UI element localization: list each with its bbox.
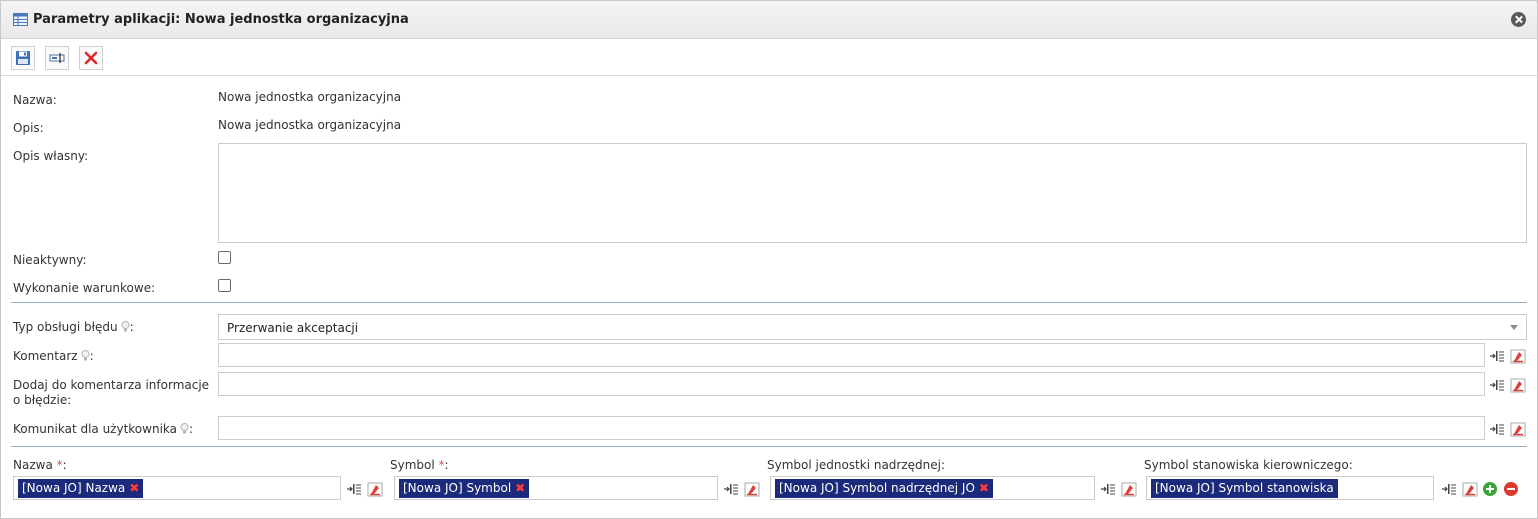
insert-variable-icon[interactable]: [1489, 348, 1505, 364]
error-handling-type-value: Przerwanie akceptacji: [227, 321, 359, 335]
map-name-label: Nazwa *:: [13, 458, 67, 472]
insert-variable-icon[interactable]: [1100, 481, 1116, 497]
tag-remove-icon[interactable]: ✖: [129, 481, 139, 495]
clear-field-icon[interactable]: [1510, 421, 1526, 437]
delete-icon: [84, 51, 98, 65]
clear-field-icon[interactable]: [1462, 481, 1478, 497]
map-manager-position-label: Symbol stanowiska kierowniczego:: [1144, 458, 1353, 472]
append-error-info-input[interactable]: [218, 372, 1485, 396]
section-divider: [11, 446, 1527, 447]
add-row-icon[interactable]: [1483, 482, 1497, 496]
save-button[interactable]: [11, 46, 35, 70]
name-value: Nowa jednostka organizacyjna: [218, 90, 402, 104]
map-symbol-actions: [723, 481, 761, 497]
hint-bulb-icon: [81, 350, 90, 361]
rename-field-icon: [49, 53, 65, 63]
insert-variable-icon[interactable]: [723, 481, 739, 497]
comment-actions: [1489, 348, 1527, 364]
conditional-execution-label: Wykonanie warunkowe:: [13, 281, 156, 295]
variable-tag[interactable]: [Nowa JO] Symbol ✖: [399, 479, 530, 498]
own-description-label: Opis własny:: [13, 149, 89, 163]
variable-tag[interactable]: [Nowa JO] Symbol nadrzędnej JO ✖: [775, 479, 993, 498]
chevron-down-icon: [1510, 325, 1518, 330]
insert-variable-icon[interactable]: [1489, 377, 1505, 393]
window-title: Parametry aplikacji: Nowa jednostka orga…: [33, 12, 409, 27]
description-value: Nowa jednostka organizacyjna: [218, 118, 402, 132]
description-label: Opis:: [13, 121, 44, 135]
map-manager-position-actions: [1441, 481, 1479, 497]
user-message-label: Komunikat dla użytkownika:: [13, 422, 194, 436]
app-parameters-window: Parametry aplikacji: Nowa jednostka orga…: [0, 0, 1538, 519]
table-icon: [13, 13, 28, 26]
error-handling-type-label: Typ obsługi błędu:: [13, 320, 134, 334]
append-error-info-label: Dodaj do komentarza informacje o błędzie…: [13, 378, 210, 407]
section-divider: [11, 302, 1527, 303]
insert-variable-icon[interactable]: [1441, 481, 1457, 497]
tag-remove-icon[interactable]: ✖: [515, 481, 525, 495]
hint-bulb-icon: [180, 423, 189, 434]
close-icon[interactable]: [1511, 12, 1526, 27]
save-icon: [16, 51, 30, 65]
conditional-execution-checkbox[interactable]: [218, 279, 231, 292]
rename-field-button[interactable]: [45, 46, 69, 70]
clear-field-icon[interactable]: [367, 481, 383, 497]
map-parent-symbol-actions: [1100, 481, 1138, 497]
map-parent-symbol-label: Symbol jednostki nadrzędnej:: [767, 458, 946, 472]
clear-field-icon[interactable]: [1510, 348, 1526, 364]
tag-remove-icon[interactable]: ✖: [979, 481, 989, 495]
name-label: Nazwa:: [13, 93, 57, 107]
variable-tag[interactable]: [Nowa JO] Nazwa ✖: [18, 479, 144, 498]
title-bar: Parametry aplikacji: Nowa jednostka orga…: [1, 1, 1537, 39]
hint-bulb-icon: [121, 321, 130, 332]
delete-button[interactable]: [79, 46, 103, 70]
insert-variable-icon[interactable]: [346, 481, 362, 497]
map-symbol-label: Symbol *:: [390, 458, 449, 472]
remove-row-icon[interactable]: [1504, 482, 1518, 496]
map-symbol-input[interactable]: [Nowa JO] Symbol ✖: [394, 476, 718, 500]
inactive-label: Nieaktywny:: [13, 253, 87, 267]
append-error-info-actions: [1489, 377, 1527, 393]
inactive-checkbox[interactable]: [218, 251, 231, 264]
toolbar: [1, 40, 1537, 76]
user-message-actions: [1489, 421, 1527, 437]
comment-input[interactable]: [218, 343, 1485, 367]
clear-field-icon[interactable]: [744, 481, 760, 497]
error-handling-type-select[interactable]: Przerwanie akceptacji: [218, 314, 1527, 340]
user-message-input[interactable]: [218, 416, 1485, 440]
clear-field-icon[interactable]: [1510, 377, 1526, 393]
map-name-actions: [346, 481, 384, 497]
clear-field-icon[interactable]: [1121, 481, 1137, 497]
map-manager-position-input[interactable]: [Nowa JO] Symbol stanowiska: [1146, 476, 1434, 500]
map-parent-symbol-input[interactable]: [Nowa JO] Symbol nadrzędnej JO ✖: [770, 476, 1095, 500]
comment-label: Komentarz:: [13, 349, 94, 363]
own-description-textarea[interactable]: [218, 143, 1527, 243]
map-name-input[interactable]: [Nowa JO] Nazwa ✖: [13, 476, 341, 500]
insert-variable-icon[interactable]: [1489, 421, 1505, 437]
variable-tag[interactable]: [Nowa JO] Symbol stanowiska: [1151, 479, 1338, 498]
